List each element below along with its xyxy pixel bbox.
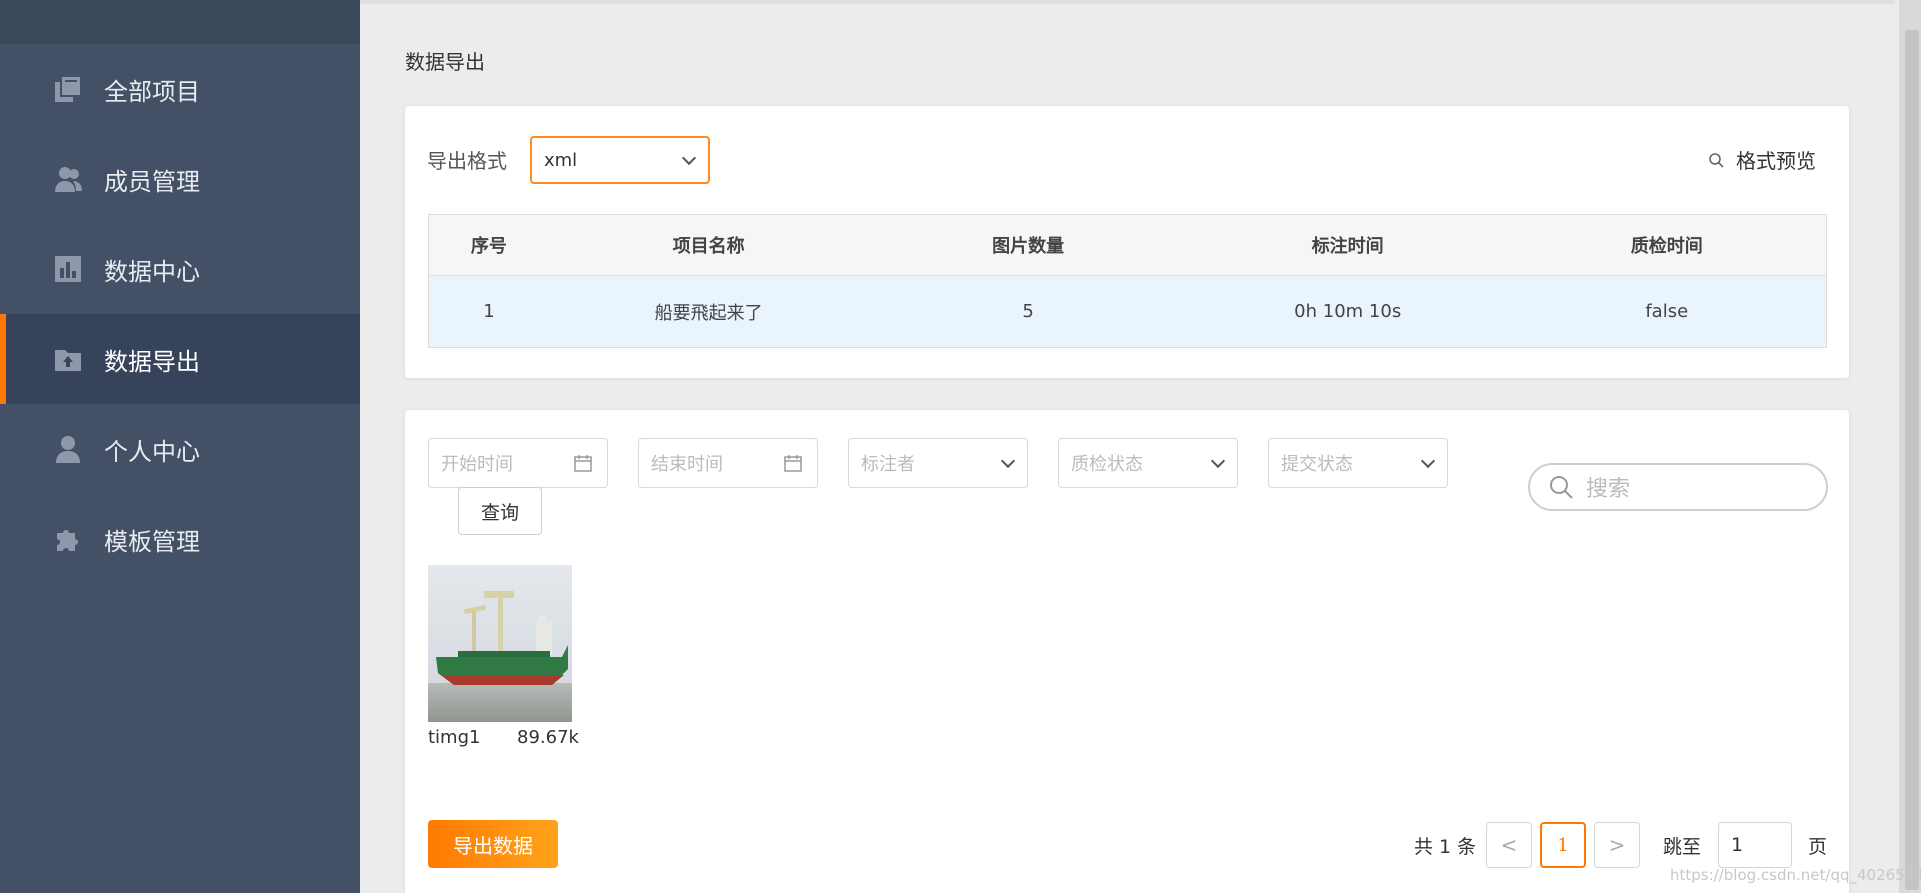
sidebar-item-data-export[interactable]: 数据导出 <box>0 314 360 404</box>
format-preview-label: 格式预览 <box>1736 149 1816 173</box>
puzzle-icon <box>52 523 84 555</box>
search-icon <box>1709 152 1724 168</box>
pagination-total: 共 1 条 <box>1414 836 1477 858</box>
export-data-button[interactable]: 导出数据 <box>428 820 558 868</box>
search-input[interactable]: 搜索 <box>1528 463 1828 511</box>
table-cell: false <box>1645 301 1689 322</box>
export-format-select[interactable]: xml <box>530 136 710 184</box>
end-date-placeholder: 结束时间 <box>651 454 723 475</box>
search-placeholder: 搜索 <box>1586 477 1631 502</box>
qc-status-select[interactable]: 质检状态 <box>1058 438 1238 488</box>
page-title: 数据导出 <box>405 50 485 74</box>
bar-chart-icon <box>52 253 84 285</box>
table-cell: 船要飛起来了 <box>654 302 763 324</box>
calendar-icon <box>784 455 802 472</box>
sidebar-item-label: 成员管理 <box>104 167 200 196</box>
sidebar-item-label: 模板管理 <box>104 527 200 556</box>
start-date-placeholder: 开始时间 <box>441 454 513 475</box>
sidebar: 全部项目 成员管理 数据中心 数据导出 个人中心 模板管理 <box>0 0 360 893</box>
chevron-down-icon <box>681 150 697 166</box>
chevron-right-icon: > <box>1608 833 1626 857</box>
watermark-text: https://blog.csdn.net/qq_40265247 <box>1670 866 1921 884</box>
sidebar-item-label: 数据导出 <box>104 347 200 376</box>
calendar-icon <box>574 455 592 472</box>
jump-page-input[interactable]: 1 <box>1718 822 1792 868</box>
prev-page-button[interactable]: < <box>1486 822 1532 868</box>
submit-status-select[interactable]: 提交状态 <box>1268 438 1448 488</box>
sidebar-item-label: 全部项目 <box>104 77 200 106</box>
table-header-cell: 项目名称 <box>672 236 745 257</box>
sidebar-item-personal-center[interactable]: 个人中心 <box>0 404 360 494</box>
export-format-label: 导出格式 <box>427 149 507 173</box>
table-cell: 5 <box>1022 301 1034 322</box>
start-date-input[interactable]: 开始时间 <box>428 438 608 488</box>
jump-to-label: 跳至 <box>1663 836 1702 858</box>
top-divider <box>360 0 1895 4</box>
page-suffix-label: 页 <box>1808 836 1828 858</box>
qc-status-placeholder: 质检状态 <box>1071 454 1143 475</box>
format-preview-link[interactable]: 格式预览 <box>1708 145 1816 174</box>
page-number-button[interactable]: 1 <box>1540 822 1586 868</box>
table-header: 序号 项目名称 图片数量 标注时间 质检时间 <box>429 215 1826 275</box>
export-folder-icon <box>52 343 84 375</box>
table-cell: 0h 10m 10s <box>1294 301 1402 322</box>
table-cell: 1 <box>483 301 495 322</box>
export-format-value: xml <box>544 149 578 171</box>
sidebar-item-label: 个人中心 <box>104 437 200 466</box>
image-thumbnail[interactable] <box>428 565 572 722</box>
image-size: 89.67k <box>517 727 579 748</box>
next-page-button[interactable]: > <box>1594 822 1640 868</box>
table-header-cell: 质检时间 <box>1630 236 1703 257</box>
sidebar-item-data-center[interactable]: 数据中心 <box>0 224 360 314</box>
image-name: timg1 <box>428 727 481 748</box>
chevron-down-icon <box>1420 453 1436 469</box>
chevron-down-icon <box>1210 453 1226 469</box>
submit-status-placeholder: 提交状态 <box>1281 454 1353 475</box>
search-icon <box>1550 476 1573 499</box>
vertical-scrollbar[interactable] <box>1899 0 1921 893</box>
end-date-input[interactable]: 结束时间 <box>638 438 818 488</box>
table-header-cell: 图片数量 <box>992 236 1065 257</box>
sidebar-item-members[interactable]: 成员管理 <box>0 134 360 224</box>
user-icon <box>52 433 84 465</box>
project-table: 序号 项目名称 图片数量 标注时间 质检时间 1 船要飛起来了 5 0h 10m… <box>428 214 1827 348</box>
annotator-select[interactable]: 标注者 <box>848 438 1028 488</box>
sidebar-item-label: 数据中心 <box>104 257 200 286</box>
table-header-cell: 标注时间 <box>1311 236 1384 257</box>
table-row[interactable]: 1 船要飛起来了 5 0h 10m 10s false <box>429 275 1826 347</box>
query-button[interactable]: 查询 <box>458 487 542 535</box>
users-icon <box>52 163 84 195</box>
sidebar-item-all-projects[interactable]: 全部项目 <box>0 44 360 134</box>
copy-icon <box>52 73 84 105</box>
sidebar-item-template-management[interactable]: 模板管理 <box>0 494 360 584</box>
annotator-placeholder: 标注者 <box>861 454 915 475</box>
table-header-cell: 序号 <box>470 236 507 257</box>
chevron-left-icon: < <box>1500 833 1518 857</box>
sidebar-header <box>0 0 360 44</box>
chevron-down-icon <box>1000 453 1016 469</box>
ship-image <box>428 565 572 722</box>
scrollbar-thumb[interactable] <box>1905 30 1919 890</box>
